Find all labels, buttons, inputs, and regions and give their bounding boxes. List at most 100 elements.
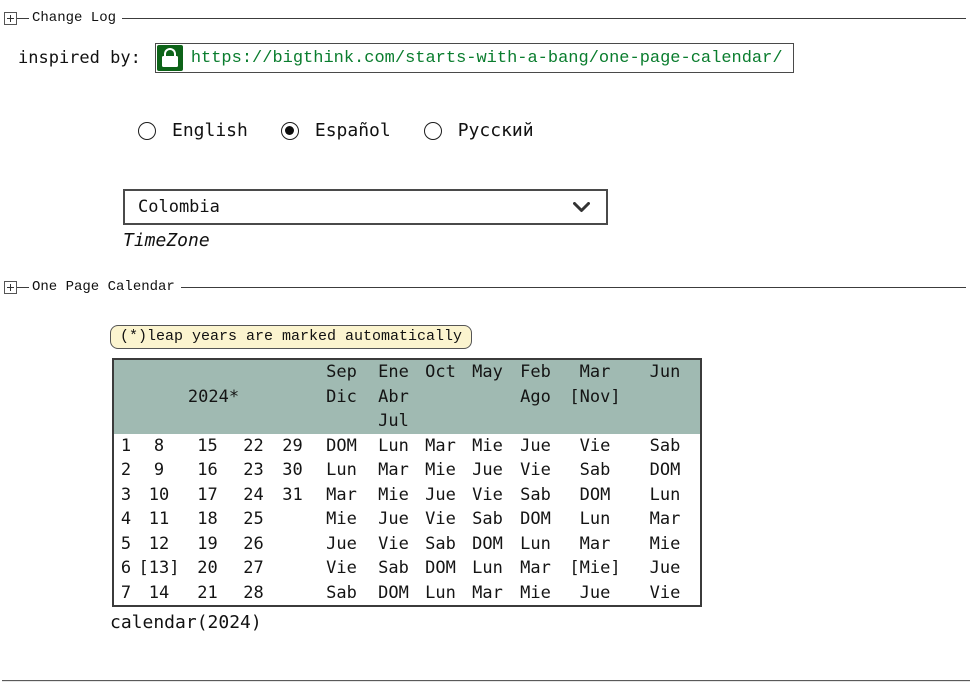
calendar-cell: 5 xyxy=(113,532,138,557)
calendar-month-column-header: Jun xyxy=(630,359,701,434)
calendar-cell: Vie xyxy=(370,532,417,557)
calendar-cell: 2 xyxy=(113,458,138,483)
calendar-cell: 21 xyxy=(180,581,235,607)
calendar-cell: 6 xyxy=(113,556,138,581)
calendar-cell: Sab xyxy=(560,458,630,483)
calendar-cell xyxy=(272,556,313,581)
language-option-english[interactable]: English xyxy=(138,120,248,141)
calendar-cell: Lun xyxy=(370,434,417,459)
language-option-espanol[interactable]: Español xyxy=(281,120,391,141)
expand-change-log-icon[interactable] xyxy=(4,12,17,25)
calendar-cell: Jue xyxy=(313,532,370,557)
calendar-cell: 15 xyxy=(180,434,235,459)
calendar-cell: Vie xyxy=(630,581,701,607)
language-radio-group: English Español Русский xyxy=(138,120,534,141)
calendar-month-column-header: May xyxy=(464,359,511,434)
divider xyxy=(17,287,29,288)
calendar-cell: Vie xyxy=(511,458,560,483)
timezone-select[interactable]: Colombia xyxy=(123,189,608,225)
calendar-cell: Lun xyxy=(511,532,560,557)
calendar-row: 7142128SabDOMLunMarMieJueVie xyxy=(113,581,701,607)
calendar-cell xyxy=(272,507,313,532)
inspired-by-label: inspired by: xyxy=(18,48,141,68)
calendar-month-column-header: Oct xyxy=(417,359,464,434)
calendar-row: 310172431MarMieJueVieSabDOMLun xyxy=(113,483,701,508)
calendar-cell: Mar xyxy=(560,532,630,557)
calendar-cell: 24 xyxy=(235,483,272,508)
calendar-cell: Vie xyxy=(417,507,464,532)
radio-english[interactable] xyxy=(138,122,156,140)
calendar-cell: 16 xyxy=(180,458,235,483)
one-page-calendar-section-header: One Page Calendar xyxy=(4,279,966,295)
lock-icon xyxy=(157,45,183,71)
calendar-cell: 18 xyxy=(180,507,235,532)
calendar-month-column-header: FebAgo xyxy=(511,359,560,434)
calendar-cell: Mar xyxy=(511,556,560,581)
chevron-down-icon xyxy=(573,202,590,213)
calendar-cell: Mar xyxy=(313,483,370,508)
calendar-cell: 14 xyxy=(138,581,180,607)
calendar-cell: DOM xyxy=(511,507,560,532)
calendar-row: 5121926JueVieSabDOMLunMarMie xyxy=(113,532,701,557)
timezone-label: TimeZone xyxy=(123,230,210,251)
calendar-month-column-header: SepDic xyxy=(313,359,370,434)
calendar-cell: 12 xyxy=(138,532,180,557)
inspired-url-link[interactable]: https://bigthink.com/starts-with-a-bang/… xyxy=(155,43,794,73)
change-log-section-header: Change Log xyxy=(4,10,966,26)
calendar-cell: Mie xyxy=(511,581,560,607)
divider xyxy=(17,18,29,19)
calendar-row: 6[13]2027VieSabDOMLunMar[Mie]Jue xyxy=(113,556,701,581)
calendar-cell: Vie xyxy=(560,434,630,459)
calendar-cell: 23 xyxy=(235,458,272,483)
radio-espanol[interactable] xyxy=(281,122,299,140)
calendar-cell xyxy=(272,581,313,607)
calendar-cell xyxy=(272,532,313,557)
bottom-divider xyxy=(2,680,970,682)
calendar-cell: Lun xyxy=(313,458,370,483)
calendar-cell: Sab xyxy=(313,581,370,607)
calendar-cell: DOM xyxy=(560,483,630,508)
calendar-cell: 20 xyxy=(180,556,235,581)
calendar-cell: Mie xyxy=(370,483,417,508)
calendar-cell: Jue xyxy=(370,507,417,532)
calendar-cell: Jue xyxy=(417,483,464,508)
calendar-cell: Mar xyxy=(370,458,417,483)
calendar-cell: 29 xyxy=(272,434,313,459)
leap-year-note: (*)leap years are marked automatically xyxy=(110,325,472,349)
timezone-selected-value: Colombia xyxy=(138,197,573,217)
calendar-cell: Sab xyxy=(417,532,464,557)
calendar-cell: 22 xyxy=(235,434,272,459)
calendar-cell: Sab xyxy=(464,507,511,532)
calendar-cell: [13] xyxy=(138,556,180,581)
calendar-cell: Mar xyxy=(417,434,464,459)
calendar-row: 18152229DOMLunMarMieJueVieSab xyxy=(113,434,701,459)
radio-label-russian: Русский xyxy=(458,120,534,141)
calendar-cell: 27 xyxy=(235,556,272,581)
calendar-year-cell: 2024* xyxy=(113,359,313,434)
calendar-cell: 7 xyxy=(113,581,138,607)
inspired-url-text: https://bigthink.com/starts-with-a-bang/… xyxy=(191,49,783,68)
calendar-cell: 31 xyxy=(272,483,313,508)
calendar-cell: DOM xyxy=(417,556,464,581)
calendar-cell: 4 xyxy=(113,507,138,532)
calendar-cell: Mar xyxy=(464,581,511,607)
calendar-cell: Jue xyxy=(560,581,630,607)
language-option-russian[interactable]: Русский xyxy=(424,120,534,141)
calendar-cell: DOM xyxy=(370,581,417,607)
inspired-by-row: inspired by: https://bigthink.com/starts… xyxy=(18,43,794,73)
calendar-cell: Sab xyxy=(370,556,417,581)
radio-russian[interactable] xyxy=(424,122,442,140)
calendar-cell: DOM xyxy=(313,434,370,459)
calendar-cell: Vie xyxy=(313,556,370,581)
calendar-cell: Sab xyxy=(630,434,701,459)
expand-one-page-calendar-icon[interactable] xyxy=(4,281,17,294)
calendar-cell: 30 xyxy=(272,458,313,483)
calendar-cell: Mie xyxy=(313,507,370,532)
calendar-cell: 9 xyxy=(138,458,180,483)
calendar-caption: calendar(2024) xyxy=(110,612,262,633)
calendar-month-column-header: EneAbrJul xyxy=(370,359,417,434)
calendar-cell: 25 xyxy=(235,507,272,532)
calendar-cell: Lun xyxy=(464,556,511,581)
calendar-cell: 26 xyxy=(235,532,272,557)
calendar-month-column-header: Mar[Nov] xyxy=(560,359,630,434)
